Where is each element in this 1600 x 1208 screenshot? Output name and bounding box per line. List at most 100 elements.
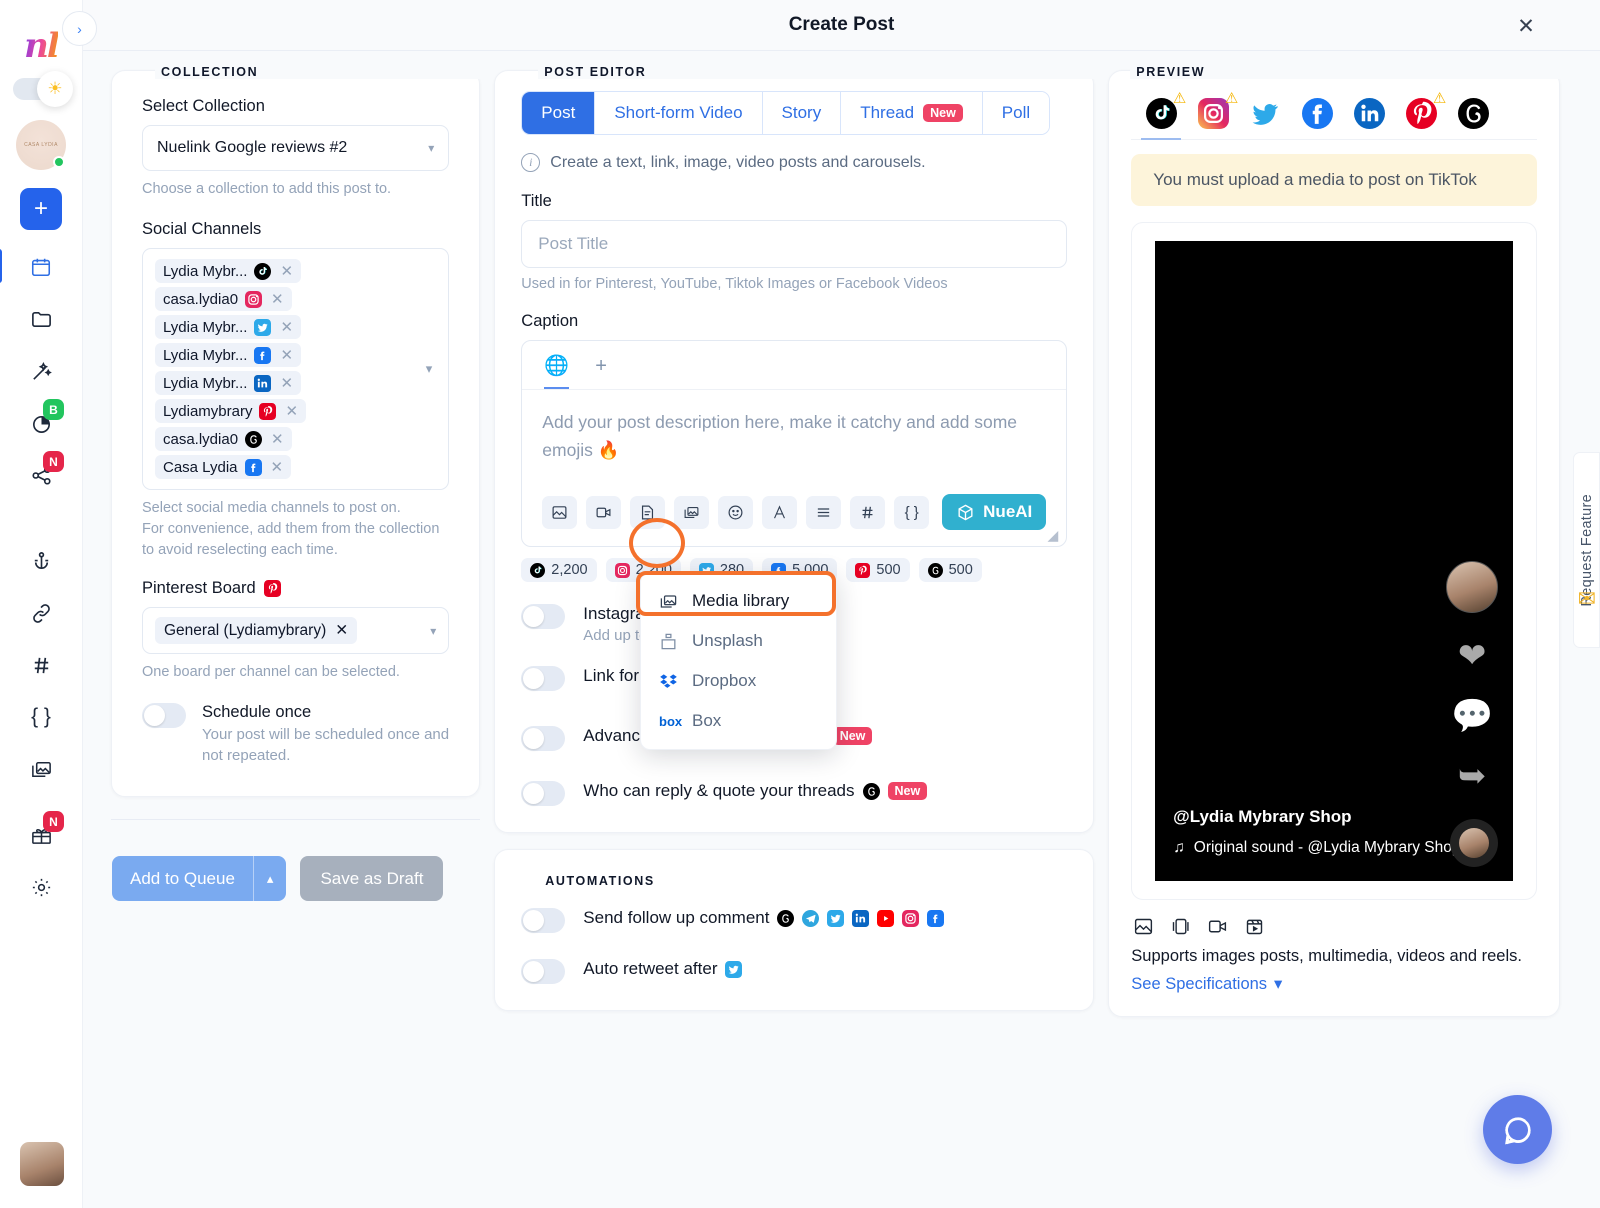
pinterest-board-chip[interactable]: General (Lydiamybrary) ✕ <box>155 617 358 645</box>
threads-reply-label: Who can reply & quote your threads <box>583 781 855 800</box>
sidebar-item-hashtag[interactable] <box>20 650 62 680</box>
remove-channel-icon[interactable]: ✕ <box>280 262 293 280</box>
auto-retweet-toggle[interactable] <box>521 959 566 984</box>
sidebar-item-share[interactable]: N <box>20 451 64 490</box>
save-as-draft-button[interactable]: Save as Draft <box>300 856 444 902</box>
comment-icon[interactable]: 💬 <box>1451 699 1493 733</box>
tab-story[interactable]: Story <box>762 92 842 134</box>
gift-badge: N <box>43 811 64 832</box>
preview-tab-linkedin[interactable] <box>1353 97 1385 129</box>
avatar[interactable] <box>1446 561 1499 613</box>
follow-up-comment-toggle[interactable] <box>521 908 566 933</box>
image-icon[interactable] <box>542 495 578 529</box>
media-library-icon <box>660 594 677 608</box>
chevron-up-icon[interactable]: ▴ <box>252 856 287 902</box>
remove-channel-icon[interactable]: ✕ <box>271 430 284 448</box>
see-specifications-link[interactable]: See Specifications ▾ <box>1131 974 1537 994</box>
app-logo[interactable]: nl <box>24 26 60 66</box>
resize-handle-icon[interactable]: ◢ <box>1048 527 1059 544</box>
hashtag-icon[interactable] <box>850 495 886 529</box>
nueai-button[interactable]: NueAI <box>942 494 1047 530</box>
carousel-icon <box>1173 918 1189 935</box>
sidebar-item-folder[interactable] <box>20 304 62 334</box>
user-avatar[interactable] <box>20 1142 64 1186</box>
menu-item-media-library[interactable]: Media library <box>641 581 836 621</box>
sidebar-item-braces[interactable]: { } <box>20 702 62 732</box>
emoji-icon[interactable] <box>718 495 754 529</box>
align-icon[interactable] <box>806 495 842 529</box>
menu-item-dropbox[interactable]: Dropbox <box>641 661 836 701</box>
expand-sidebar-button[interactable]: › <box>62 11 97 46</box>
braces-icon[interactable]: { } <box>894 495 930 529</box>
close-icon[interactable]: ✕ <box>1512 12 1540 40</box>
twitter-icon <box>725 960 743 978</box>
auto-retweet-title: Auto retweet after <box>583 959 743 979</box>
preview-tab-twitter[interactable] <box>1249 97 1281 129</box>
tab-post[interactable]: Post <box>522 92 596 134</box>
document-icon[interactable] <box>630 495 666 529</box>
caption-textarea[interactable]: Add your post description here, make it … <box>522 390 1066 486</box>
sidebar-item-settings[interactable] <box>20 872 62 902</box>
heart-icon[interactable]: ❤ <box>1458 639 1487 673</box>
chevron-down-icon[interactable]: ▾ <box>426 361 433 377</box>
media-library-icon[interactable] <box>674 495 710 529</box>
create-button[interactable]: + <box>20 188 62 230</box>
share-icon[interactable]: ➥ <box>1458 759 1487 793</box>
workspace-avatar[interactable]: CASA LYDIA <box>16 120 66 170</box>
remove-channel-icon[interactable]: ✕ <box>280 346 293 364</box>
title-input[interactable]: Post Title <box>521 220 1068 268</box>
preview-tab-threads[interactable] <box>1457 97 1489 129</box>
tab-poll[interactable]: Poll <box>982 92 1050 134</box>
sidebar-item-anchor[interactable] <box>20 546 62 576</box>
preview-tab-facebook[interactable] <box>1301 97 1333 129</box>
warning-icon: ⚠ <box>1172 90 1187 107</box>
menu-item-box[interactable]: box Box <box>641 701 836 741</box>
preview-tab-instagram[interactable]: ⚠ <box>1197 90 1238 129</box>
editor-info-text: Create a text, link, image, video posts … <box>550 153 926 171</box>
twitter-icon <box>254 318 272 336</box>
sidebar-item-link[interactable] <box>20 598 62 628</box>
channel-chip[interactable]: casa.lydia0 ✕ <box>155 287 292 312</box>
video-icon[interactable] <box>586 495 622 529</box>
menu-item-unsplash[interactable]: Unsplash <box>641 621 836 661</box>
theme-toggle[interactable]: ☀ <box>13 71 73 107</box>
social-channels-box[interactable]: Lydia Mybr... ✕ casa.lydia0 ✕ Lydia Mybr… <box>142 248 450 491</box>
globe-icon[interactable]: 🌐 <box>544 353 570 389</box>
collection-select[interactable]: Nuelink Google reviews #2 ▾ <box>142 125 450 171</box>
remove-channel-icon[interactable]: ✕ <box>280 318 293 336</box>
remove-board-icon[interactable]: ✕ <box>335 621 348 640</box>
remove-channel-icon[interactable]: ✕ <box>285 402 298 420</box>
request-feature-tab[interactable]: Request Feature <box>1573 452 1600 648</box>
preview-tab-tiktok[interactable]: ⚠ <box>1141 90 1186 140</box>
font-icon[interactable] <box>762 495 798 529</box>
tab-thread[interactable]: Thread New <box>841 92 983 134</box>
link-toggle[interactable] <box>521 666 566 691</box>
schedule-once-toggle[interactable] <box>142 703 186 729</box>
preview-tab-pinterest[interactable]: ⚠ <box>1405 90 1446 129</box>
channel-chip[interactable]: Lydia Mybr... ✕ <box>155 371 302 396</box>
sidebar-item-gift[interactable]: N <box>20 811 64 850</box>
tab-short-form-video[interactable]: Short-form Video <box>595 92 763 134</box>
feedback-icon[interactable]: ✉ <box>1578 586 1596 612</box>
channel-chip[interactable]: Lydia Mybr... ✕ <box>155 315 302 340</box>
add-to-queue-button[interactable]: Add to Queue ▴ <box>112 856 287 902</box>
channel-chip[interactable]: casa.lydia0 ✕ <box>155 427 292 452</box>
instagram-toggle[interactable] <box>521 604 566 629</box>
threads-reply-toggle[interactable] <box>521 781 566 806</box>
chat-support-button[interactable] <box>1483 1095 1552 1164</box>
channel-chip[interactable]: Lydia Mybr... ✕ <box>155 259 302 284</box>
channel-chip[interactable]: Lydiamybrary ✕ <box>155 399 307 424</box>
sidebar-item-calendar[interactable] <box>0 249 62 283</box>
sidebar-item-media-library[interactable] <box>20 754 62 784</box>
channel-chip[interactable]: Casa Lydia ✕ <box>155 455 292 480</box>
remove-channel-icon[interactable]: ✕ <box>271 290 284 308</box>
plus-icon[interactable]: + <box>595 355 607 387</box>
remove-channel-icon[interactable]: ✕ <box>271 458 284 476</box>
channel-chip[interactable]: Lydia Mybr... ✕ <box>155 343 302 368</box>
pinterest-icon <box>259 402 277 420</box>
sidebar-item-analytics[interactable]: B <box>20 399 64 438</box>
remove-channel-icon[interactable]: ✕ <box>280 374 293 392</box>
pinterest-board-select[interactable]: General (Lydiamybrary) ✕ ▾ <box>142 607 450 655</box>
sidebar-item-magic-wand[interactable] <box>20 356 62 386</box>
tiktok-advanced-toggle[interactable] <box>521 726 566 751</box>
